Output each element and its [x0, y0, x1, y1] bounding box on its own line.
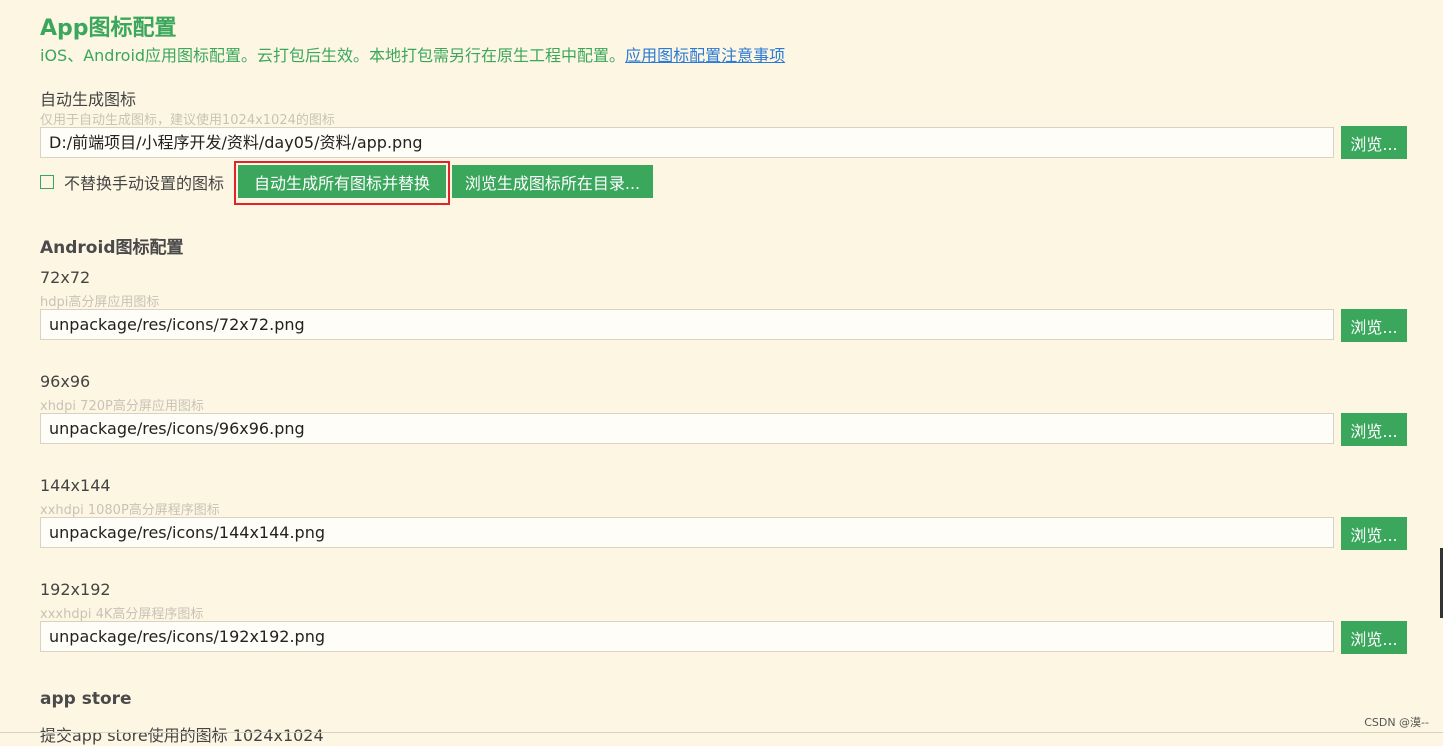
icon-size-label-72: 72x72: [40, 268, 91, 287]
no-replace-checkbox-label: 不替换手动设置的图标: [64, 174, 225, 193]
icon-path-input-144[interactable]: unpackage/res/icons/144x144.png: [40, 517, 1334, 548]
icon-path-input-192[interactable]: unpackage/res/icons/192x192.png: [40, 621, 1334, 652]
icon-hint-144: xxhdpi 1080P高分屏程序图标: [40, 503, 220, 518]
appstore-section-title: app store: [40, 689, 132, 709]
browse-button-72[interactable]: 浏览...: [1341, 309, 1407, 342]
android-section-title: Android图标配置: [40, 238, 184, 258]
auto-icon-label: 自动生成图标: [40, 90, 137, 109]
page-title: App图标配置: [40, 16, 177, 41]
icon-path-input-72[interactable]: unpackage/res/icons/72x72.png: [40, 309, 1334, 340]
icon-size-label-144: 144x144: [40, 476, 111, 495]
auto-icon-browse-button[interactable]: 浏览...: [1341, 126, 1407, 159]
watermark: CSDN @漠--: [1364, 716, 1429, 729]
browse-button-192[interactable]: 浏览...: [1341, 621, 1407, 654]
icon-size-label-192: 192x192: [40, 580, 111, 599]
config-notes-link[interactable]: 应用图标配置注意事项: [625, 46, 785, 65]
browse-button-144[interactable]: 浏览...: [1341, 517, 1407, 550]
page-subtitle: iOS、Android应用图标配置。云打包后生效。本地打包需另行在原生工程中配置…: [40, 42, 785, 66]
no-replace-checkbox-row: 不替换手动设置的图标: [40, 170, 224, 194]
icon-hint-72: hdpi高分屏应用图标: [40, 295, 160, 310]
icon-hint-192: xxxhdpi 4K高分屏程序图标: [40, 607, 204, 622]
auto-icon-path-input[interactable]: D:/前端项目/小程序开发/资料/day05/资料/app.png: [40, 127, 1334, 158]
auto-icon-hint: 仅用于自动生成图标，建议使用1024x1024的图标: [40, 113, 335, 128]
subtitle-text: iOS、Android应用图标配置。云打包后生效。本地打包需另行在原生工程中配置…: [40, 46, 626, 65]
browse-generated-dir-button[interactable]: 浏览生成图标所在目录...: [452, 165, 653, 198]
bottom-divider: [0, 732, 1443, 733]
icon-size-label-96: 96x96: [40, 372, 91, 391]
browse-button-96[interactable]: 浏览...: [1341, 413, 1407, 446]
auto-generate-all-button[interactable]: 自动生成所有图标并替换: [238, 165, 446, 198]
no-replace-checkbox[interactable]: [40, 175, 54, 189]
appstore-icon-label: 提交app store使用的图标 1024x1024: [40, 726, 324, 745]
icon-path-input-96[interactable]: unpackage/res/icons/96x96.png: [40, 413, 1334, 444]
icon-hint-96: xhdpi 720P高分屏应用图标: [40, 399, 204, 414]
